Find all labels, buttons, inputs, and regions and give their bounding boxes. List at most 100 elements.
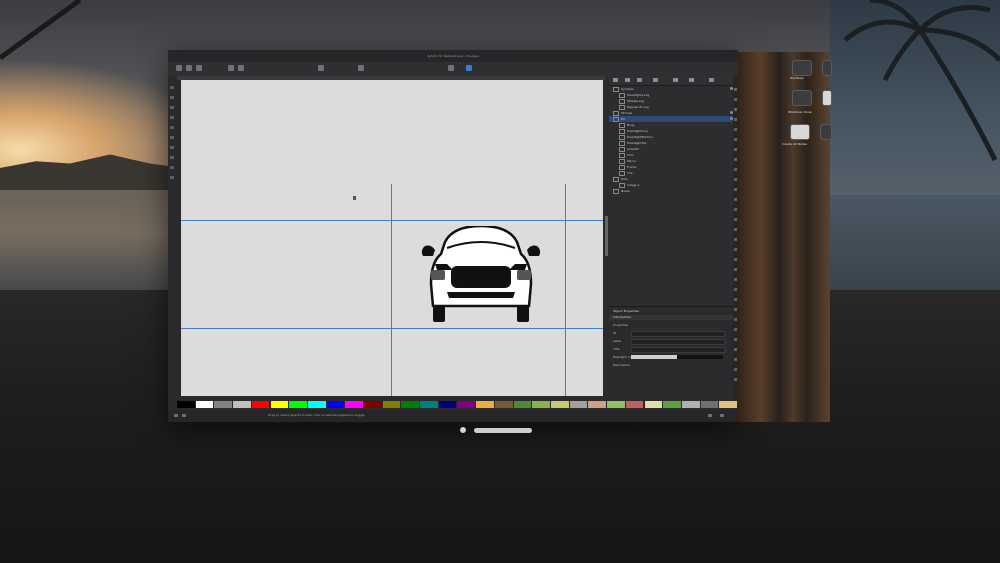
color-swatch[interactable] (177, 401, 195, 408)
command-icon[interactable] (734, 348, 737, 351)
color-swatch[interactable] (476, 401, 494, 408)
window-drag-handle[interactable] (474, 428, 532, 433)
layers-tab-icon[interactable] (613, 78, 618, 82)
command-icon[interactable] (734, 138, 737, 141)
id-field[interactable] (631, 331, 725, 337)
pencil-tool-icon[interactable] (170, 146, 174, 149)
text-tool-icon[interactable] (170, 156, 174, 159)
zoom-indicator-icon[interactable] (708, 414, 712, 417)
color-swatch[interactable] (438, 401, 457, 408)
layer-row[interactable]: Notes (609, 188, 737, 194)
rect-tool-icon[interactable] (170, 106, 174, 109)
pen-tool-icon[interactable] (170, 136, 174, 139)
command-icon[interactable] (734, 238, 737, 241)
dock-button-desktop[interactable] (822, 60, 832, 76)
command-icon[interactable] (734, 258, 737, 261)
color-swatch[interactable] (195, 401, 214, 408)
command-icon[interactable] (734, 248, 737, 251)
swatches-tab-icon[interactable] (653, 78, 658, 82)
color-swatch[interactable] (625, 401, 644, 408)
align-icon[interactable] (448, 65, 454, 71)
command-icon[interactable] (734, 338, 737, 341)
window-close-dot[interactable] (460, 427, 466, 433)
color-swatch[interactable] (494, 401, 513, 408)
command-icon[interactable] (734, 328, 737, 331)
color-swatch[interactable] (719, 401, 737, 408)
command-icon[interactable] (734, 288, 737, 291)
dock-button-create-all-nodes[interactable] (790, 124, 810, 140)
command-icon[interactable] (734, 208, 737, 211)
color-swatch[interactable] (420, 401, 438, 408)
fill-indicator-icon[interactable] (174, 414, 178, 417)
guide-horizontal-top[interactable] (181, 220, 603, 221)
command-icon[interactable] (734, 278, 737, 281)
color-swatch[interactable] (289, 401, 307, 408)
command-icon[interactable] (734, 318, 737, 321)
selector-tool-icon[interactable] (170, 86, 174, 89)
dock-button-close[interactable] (822, 90, 832, 106)
save-icon[interactable] (196, 65, 202, 71)
snap-icon[interactable] (358, 65, 364, 71)
color-swatch[interactable] (700, 401, 719, 408)
color-swatch[interactable] (345, 401, 363, 408)
color-swatch[interactable] (214, 401, 233, 408)
color-swatch[interactable] (382, 401, 401, 408)
color-swatch[interactable] (644, 401, 663, 408)
star-tool-icon[interactable] (170, 126, 174, 129)
guide-horizontal-bottom[interactable] (181, 328, 603, 329)
command-icon[interactable] (734, 268, 737, 271)
color-swatch[interactable] (569, 401, 588, 408)
command-icon[interactable] (734, 108, 737, 111)
command-icon[interactable] (734, 118, 737, 121)
objects-tab-icon[interactable] (625, 78, 630, 82)
scroll-thumb[interactable] (605, 216, 608, 256)
command-icon[interactable] (734, 228, 737, 231)
command-icon[interactable] (734, 98, 737, 101)
label-field[interactable] (631, 339, 725, 345)
title-field[interactable] (631, 347, 725, 353)
dropper-tool-icon[interactable] (170, 176, 174, 179)
transform-tab-icon[interactable] (709, 78, 714, 82)
command-icon[interactable] (734, 178, 737, 181)
color-swatch[interactable] (663, 401, 681, 408)
command-icon[interactable] (734, 168, 737, 171)
color-swatch[interactable] (270, 401, 289, 408)
color-swatch[interactable] (532, 401, 550, 408)
highlight-color-picker[interactable] (631, 355, 723, 359)
stroke-indicator-icon[interactable] (182, 414, 186, 417)
color-swatch[interactable] (364, 401, 382, 408)
command-icon[interactable] (734, 88, 737, 91)
command-icon[interactable] (734, 308, 737, 311)
object-properties-tab[interactable]: Introduction (609, 315, 733, 320)
command-icon[interactable] (734, 128, 737, 131)
color-swatch[interactable] (457, 401, 476, 408)
color-swatch[interactable] (551, 401, 569, 408)
color-swatch[interactable] (251, 401, 270, 408)
new-icon[interactable] (176, 65, 182, 71)
redo-icon[interactable] (238, 65, 244, 71)
command-icon[interactable] (734, 358, 737, 361)
command-icon[interactable] (734, 158, 737, 161)
canvas-area[interactable] (177, 80, 605, 398)
guide-vertical-right[interactable] (565, 184, 566, 396)
open-icon[interactable] (186, 65, 192, 71)
fill-tab-icon[interactable] (637, 78, 642, 82)
color-swatch[interactable] (326, 401, 345, 408)
guide-vertical-left[interactable] (391, 184, 392, 396)
command-icon[interactable] (734, 378, 737, 381)
artboard[interactable] (181, 80, 603, 396)
command-icon[interactable] (734, 148, 737, 151)
command-icon[interactable] (734, 218, 737, 221)
rotation-indicator-icon[interactable] (720, 414, 724, 417)
zoom-icon[interactable] (318, 65, 324, 71)
dock-button-window[interactable] (792, 90, 812, 106)
command-icon[interactable] (734, 198, 737, 201)
color-swatch[interactable] (513, 401, 532, 408)
dock-button-windows[interactable] (792, 60, 812, 76)
color-swatch[interactable] (588, 401, 607, 408)
car-front-illustration[interactable] (417, 226, 545, 324)
color-swatch[interactable] (233, 401, 251, 408)
color-swatch[interactable] (401, 401, 420, 408)
color-swatch[interactable] (607, 401, 625, 408)
gradient-tool-icon[interactable] (170, 166, 174, 169)
